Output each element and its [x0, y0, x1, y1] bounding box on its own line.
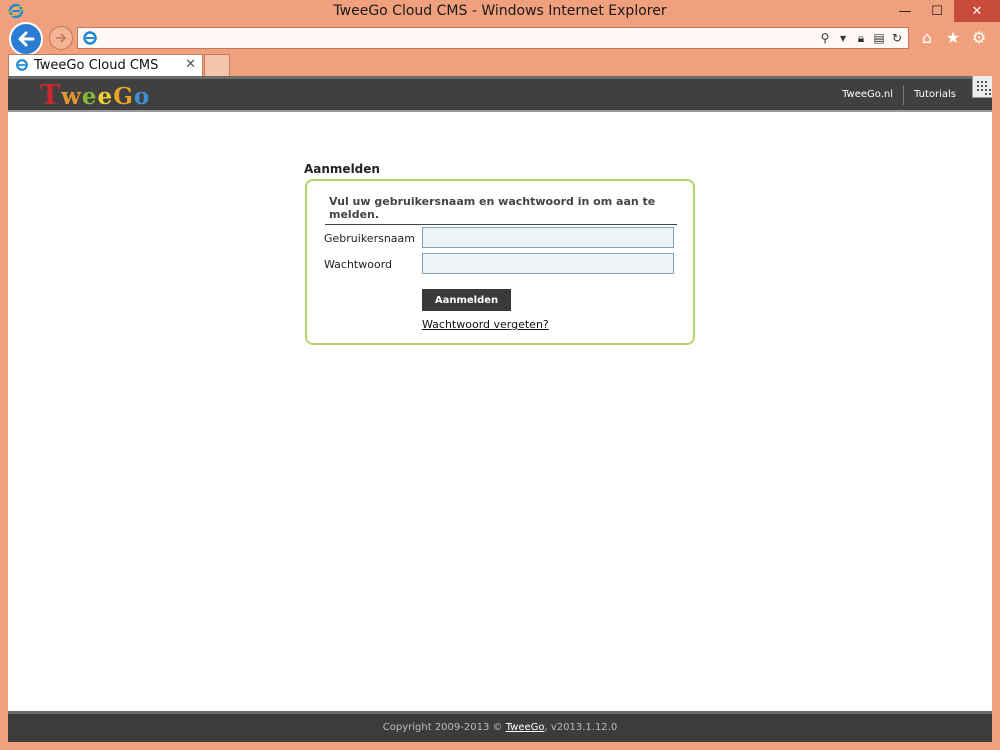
minimize-button[interactable]: — — [888, 0, 922, 22]
new-tab-button[interactable] — [204, 54, 230, 76]
footer-text: Copyright 2009-2013 © TweeGo, v2013.1.12… — [383, 722, 617, 733]
forward-button[interactable] — [49, 26, 73, 50]
header-divider — [8, 110, 992, 112]
ie-icon — [16, 59, 28, 71]
nav-tweego-nl[interactable]: TweeGo.nl — [832, 89, 903, 100]
footer-version: , v2013.1.12.0 — [544, 722, 618, 733]
dropdown-icon[interactable]: ▾ — [836, 30, 850, 46]
site-nav: TweeGo.nl Tutorials — [832, 79, 966, 110]
tweego-logo[interactable]: TweeGo — [40, 80, 150, 111]
window-titlebar: TweeGo Cloud CMS - Windows Internet Expl… — [0, 0, 1000, 22]
tab-strip: TweeGo Cloud CMS ✕ — [0, 52, 1000, 76]
close-button[interactable]: ✕ — [954, 0, 1000, 22]
address-tools: ⚲ ▾ 🔒︎ ▤ ↻ — [818, 30, 904, 46]
login-intro: Vul uw gebruikersnaam en wachtwoord in o… — [325, 195, 677, 225]
browser-toolbar-right: ⌂ ★ ⚙ — [918, 28, 988, 47]
footer-copyright: Copyright 2009-2013 © — [382, 722, 506, 733]
browser-navbar: ⚲ ▾ 🔒︎ ▤ ↻ ⌂ ★ ⚙ — [0, 22, 1000, 56]
login-button[interactable]: Aanmelden — [422, 289, 511, 311]
site-header: TweeGo TweeGo.nl Tutorials — [8, 76, 992, 111]
back-button[interactable] — [9, 22, 43, 56]
username-label: Gebruikersnaam — [324, 232, 415, 245]
ie-icon — [83, 31, 97, 45]
password-label: Wachtwoord — [324, 258, 393, 271]
forward-arrow-icon — [56, 33, 67, 43]
username-field[interactable] — [422, 227, 674, 248]
forgot-password-link[interactable]: Wachtwoord vergeten? — [422, 318, 549, 331]
maximize-button[interactable]: ☐ — [920, 0, 954, 22]
gear-icon[interactable]: ⚙ — [970, 28, 988, 47]
tab-label: TweeGo Cloud CMS — [34, 58, 159, 73]
refresh-icon[interactable]: ↻ — [890, 30, 904, 46]
nav-tutorials[interactable]: Tutorials — [904, 89, 966, 100]
address-bar[interactable]: ⚲ ▾ 🔒︎ ▤ ↻ — [77, 27, 909, 49]
grid-icon[interactable] — [972, 76, 992, 98]
password-field[interactable] — [422, 253, 674, 274]
compat-view-icon[interactable]: ▤ — [872, 30, 886, 46]
site-footer: Copyright 2009-2013 © TweeGo, v2013.1.12… — [8, 711, 992, 742]
tab-tweego[interactable]: TweeGo Cloud CMS ✕ — [8, 54, 203, 76]
star-icon[interactable]: ★ — [944, 28, 962, 47]
close-tab-icon[interactable]: ✕ — [185, 57, 196, 72]
login-heading: Aanmelden — [304, 162, 380, 176]
window-title: TweeGo Cloud CMS - Windows Internet Expl… — [333, 3, 667, 19]
search-icon[interactable]: ⚲ — [818, 30, 832, 46]
login-form: Vul uw gebruikersnaam en wachtwoord in o… — [305, 179, 695, 345]
page-viewport: TweeGo TweeGo.nl Tutorials Aanmelden Vul… — [8, 76, 992, 742]
footer-tweego-link[interactable]: TweeGo — [506, 722, 545, 733]
back-arrow-icon — [18, 31, 35, 47]
home-icon[interactable]: ⌂ — [918, 28, 936, 47]
lock-icon[interactable]: 🔒︎ — [854, 30, 868, 46]
